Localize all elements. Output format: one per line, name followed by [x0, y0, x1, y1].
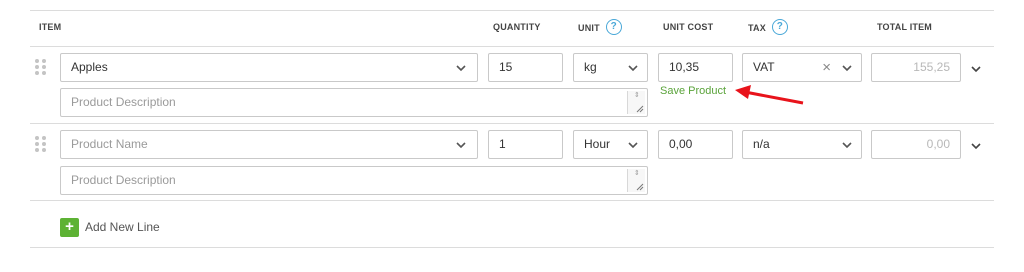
chevron-down-icon	[455, 139, 467, 151]
column-header-total-item: TOTAL ITEM	[877, 22, 932, 32]
add-new-line-button[interactable]: Add New Line	[85, 220, 160, 234]
product-description-placeholder: Product Description	[71, 95, 176, 109]
column-header-unit-label: UNIT	[578, 22, 600, 33]
header-top-divider	[30, 10, 994, 11]
chevron-down-icon	[455, 62, 467, 74]
chevron-down-icon[interactable]	[969, 62, 983, 76]
chevron-down-icon	[841, 62, 853, 74]
arrow-annotation-icon	[735, 85, 804, 105]
column-header-tax-label: TAX	[748, 22, 766, 33]
resize-handle-icon[interactable]: ⇕	[627, 169, 645, 192]
product-description-textarea[interactable]: Product Description ⇕	[60, 88, 648, 117]
unit-cost-input[interactable]: 10,35	[658, 53, 733, 82]
unit-select-value: Hour	[584, 137, 611, 151]
header-bottom-divider	[30, 46, 994, 47]
tax-select-value: VAT	[753, 60, 775, 74]
product-select[interactable]: Apples	[60, 53, 478, 82]
drag-handle-icon[interactable]	[35, 59, 47, 75]
tax-select-value: n/a	[753, 137, 770, 151]
save-product-link[interactable]: Save Product	[660, 85, 726, 97]
product-select-value: Apples	[71, 60, 108, 74]
column-header-tax: TAX?	[748, 19, 788, 35]
plus-icon[interactable]: +	[60, 218, 79, 237]
unit-cost-input[interactable]: 0,00	[658, 130, 733, 159]
chevron-down-icon	[627, 62, 639, 74]
drag-handle-icon[interactable]	[35, 136, 47, 152]
row-divider	[30, 200, 994, 201]
column-header-unit-cost: UNIT COST	[663, 22, 714, 32]
tax-select[interactable]: n/a	[742, 130, 862, 159]
chevron-down-icon	[841, 139, 853, 151]
quantity-input[interactable]: 15	[488, 53, 563, 82]
total-item-field: 0,00	[871, 130, 961, 159]
clear-icon[interactable]: ×	[822, 54, 831, 81]
column-header-unit: UNIT?	[578, 19, 622, 35]
row-divider	[30, 123, 994, 124]
quantity-input[interactable]: 1	[488, 130, 563, 159]
tax-select[interactable]: VAT ×	[742, 53, 862, 82]
product-description-textarea[interactable]: Product Description ⇕	[60, 166, 648, 195]
product-select-placeholder: Product Name	[71, 137, 148, 151]
unit-select-value: kg	[584, 60, 597, 74]
total-item-field: 155,25	[871, 53, 961, 82]
chevron-down-icon	[627, 139, 639, 151]
unit-select[interactable]: kg	[573, 53, 648, 82]
chevron-down-icon[interactable]	[969, 139, 983, 153]
help-icon[interactable]: ?	[605, 19, 622, 35]
column-header-quantity: QUANTITY	[493, 22, 541, 32]
resize-handle-icon[interactable]: ⇕	[627, 91, 645, 114]
column-header-item: ITEM	[39, 22, 62, 32]
footer-divider	[30, 247, 994, 248]
unit-select[interactable]: Hour	[573, 130, 648, 159]
product-select[interactable]: Product Name	[60, 130, 478, 159]
product-description-placeholder: Product Description	[71, 173, 176, 187]
help-icon[interactable]: ?	[771, 19, 788, 35]
